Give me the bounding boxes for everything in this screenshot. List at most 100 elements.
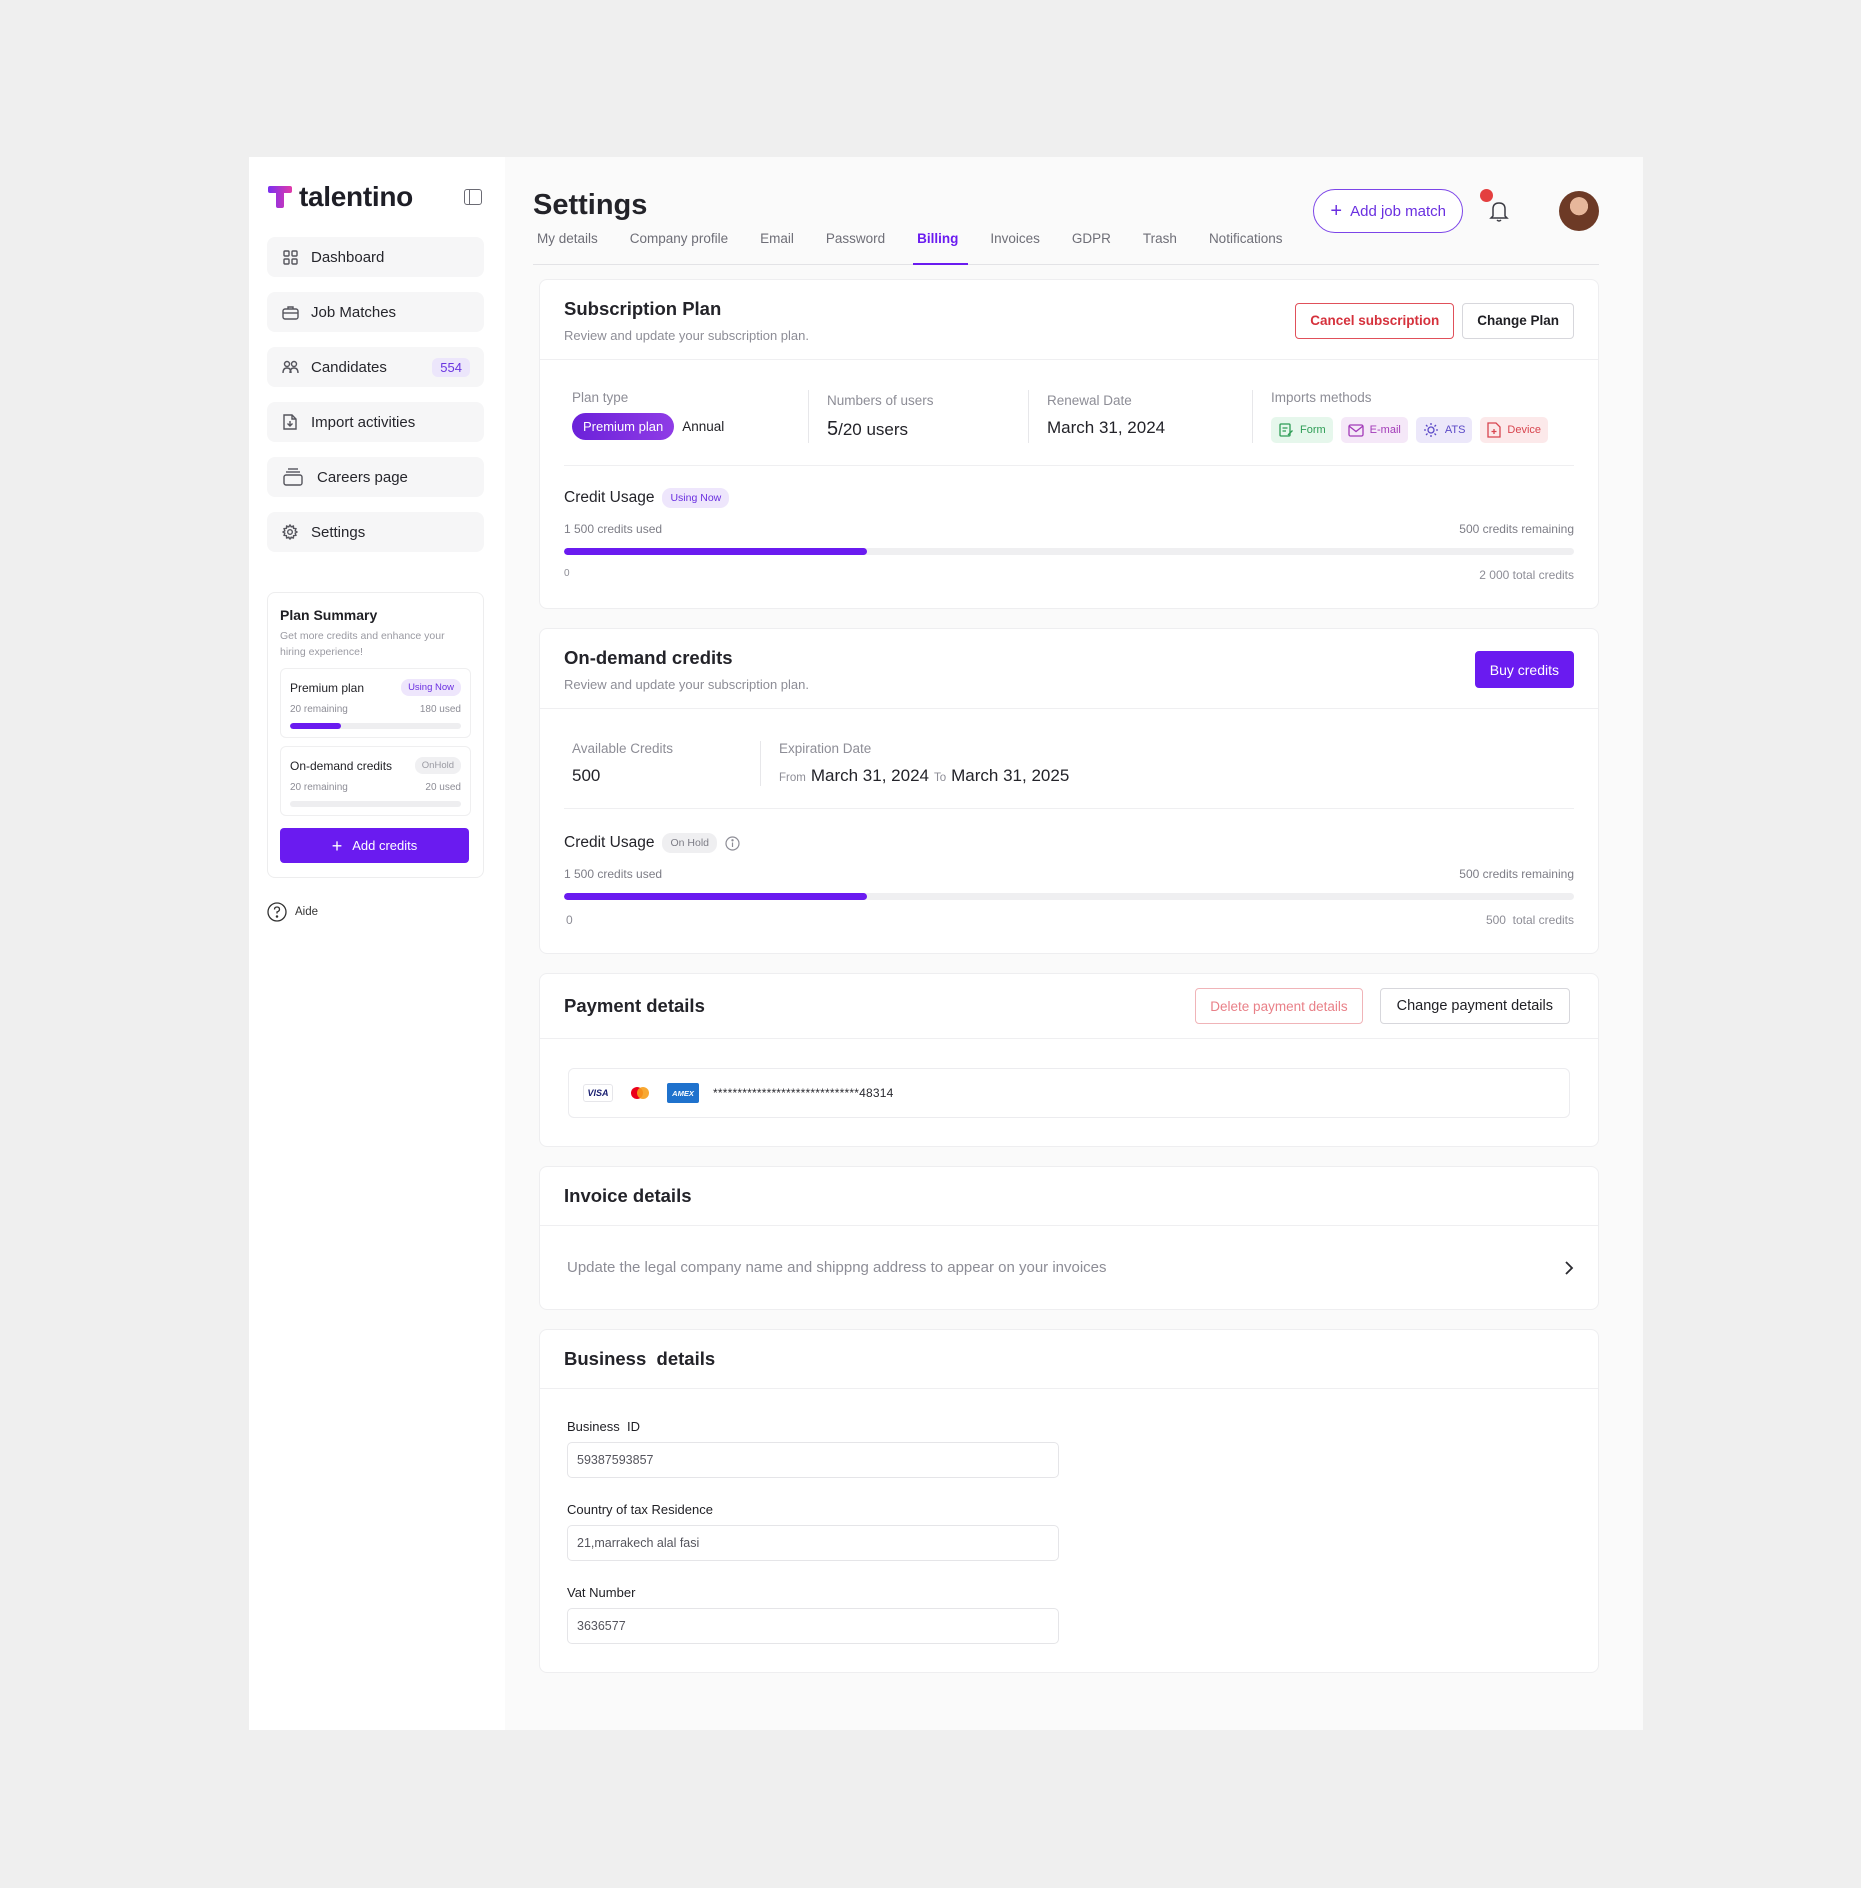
usage-title: Credit Usage — [564, 489, 655, 506]
invoice-details-link[interactable]: Update the legal company name and shippn… — [540, 1226, 1598, 1309]
vat-number-label: Vat Number — [567, 1585, 636, 1600]
sidebar-item-dashboard[interactable]: Dashboard — [267, 237, 484, 277]
from-label: From — [779, 772, 806, 784]
add-job-match-button[interactable]: + Add job match — [1313, 189, 1463, 233]
status-badge: Using Now — [662, 488, 730, 508]
tab-password[interactable]: Password — [822, 231, 901, 264]
tab-my-details[interactable]: My details — [533, 231, 614, 264]
change-plan-button[interactable]: Change Plan — [1462, 302, 1574, 339]
credits-remaining: 500 credits remaining — [1459, 522, 1574, 536]
plan-used: 20 used — [425, 782, 461, 793]
page-title: Settings — [533, 189, 648, 221]
tab-billing[interactable]: Billing — [913, 231, 974, 265]
users-icon — [281, 358, 299, 376]
available-credits-value: 500 — [572, 766, 601, 785]
users-current: 5 — [827, 418, 839, 440]
card-number: ******************************48314 — [713, 1086, 894, 1100]
plan-summary: Plan Summary Get more credits and enhanc… — [267, 592, 484, 878]
cancel-subscription-button[interactable]: Cancel subscription — [1295, 302, 1455, 339]
tax-country-input[interactable]: 21,marrakech alal fasi — [567, 1525, 1059, 1561]
available-credits-label: Available Credits — [572, 741, 674, 756]
users-total: /20 users — [838, 420, 909, 439]
info-icon[interactable] — [725, 835, 740, 851]
plus-icon: + — [331, 835, 343, 856]
tab-company-profile[interactable]: Company profile — [626, 231, 744, 264]
add-credits-button[interactable]: + Add credits — [280, 828, 469, 863]
tax-country-label: Country of tax Residence — [567, 1502, 713, 1517]
business-title: Business details — [564, 1348, 716, 1369]
credits-used: 1 500 credits used — [564, 522, 663, 536]
sidebar-collapse-icon[interactable] — [464, 189, 482, 205]
subscription-plan-card: Subscription Plan Review and update your… — [539, 279, 1599, 609]
saved-card[interactable]: VISA AMEX ******************************… — [568, 1068, 1570, 1118]
plan-summary-ondemand: On-demand credits OnHold 20 remaining 20… — [280, 746, 471, 816]
add-credits-label: Add credits — [352, 838, 418, 853]
ondemand-credits-card: On-demand credits Review and update your… — [539, 628, 1599, 954]
logo-row: talentino — [267, 179, 487, 215]
credits-total: 500 total credits — [1485, 913, 1574, 927]
layers-icon — [281, 468, 305, 486]
logo[interactable]: talentino — [267, 181, 413, 213]
sidebar-item-careers-page[interactable]: Careers page — [267, 457, 484, 497]
method-device: Device — [1480, 417, 1549, 443]
sidebar-item-job-matches[interactable]: Job Matches — [267, 292, 484, 332]
tab-notifications[interactable]: Notifications — [1205, 231, 1299, 264]
vat-number-input[interactable]: 3636577 — [567, 1608, 1059, 1644]
mail-icon — [1348, 423, 1364, 437]
help-link[interactable]: Aide — [267, 902, 487, 922]
notifications-button[interactable] — [1477, 189, 1521, 233]
change-payment-button[interactable]: Change payment details — [1379, 988, 1570, 1024]
sidebar-item-settings[interactable]: Settings — [267, 512, 484, 552]
imports-label: Imports methods — [1271, 390, 1372, 405]
business-id-input[interactable]: 59387593857 — [567, 1442, 1059, 1478]
ondemand-info: Available Credits 500 Expiration Date Fr… — [540, 709, 1598, 808]
method-form: Form — [1271, 417, 1333, 443]
ondemand-title: On-demand credits — [564, 647, 733, 668]
sidebar-item-label: Candidates — [311, 358, 387, 376]
ondemand-credit-usage: Credit Usage On Hold 1 500 credits used … — [540, 809, 1598, 953]
device-file-icon — [1487, 422, 1502, 438]
sidebar-item-label: Settings — [311, 523, 366, 541]
mastercard-icon — [625, 1084, 655, 1102]
business-id-group: Business ID 59387593857 — [567, 1419, 1574, 1478]
tab-trash[interactable]: Trash — [1139, 231, 1193, 264]
form-icon — [1279, 423, 1293, 437]
help-circle-icon — [267, 902, 287, 922]
tab-invoices[interactable]: Invoices — [986, 231, 1056, 264]
avatar[interactable] — [1559, 191, 1599, 231]
credit-progress-fill — [564, 548, 867, 555]
to-date: March 31, 2025 — [951, 766, 1070, 785]
plan-progress-bar — [290, 801, 461, 807]
plus-icon: + — [1330, 200, 1343, 222]
delete-payment-button[interactable]: Delete payment details — [1195, 988, 1363, 1024]
sidebar-item-import-activities[interactable]: Import activities — [267, 402, 484, 442]
aide-label: Aide — [295, 906, 319, 918]
sidebar-item-label: Import activities — [311, 413, 416, 431]
plan-info: Plan type Premium plan Annual Numbers of… — [540, 360, 1598, 465]
talentino-logo-icon — [268, 186, 292, 208]
credits-min: 0 — [566, 913, 573, 927]
credits-min: 0 — [564, 568, 570, 579]
buy-credits-button[interactable]: Buy credits — [1474, 651, 1574, 688]
from-date: March 31, 2024 — [810, 766, 929, 785]
plan-progress-bar — [290, 723, 461, 729]
tab-email[interactable]: Email — [756, 231, 810, 264]
plan-period: Annual — [682, 419, 725, 434]
plan-used: 180 used — [419, 704, 461, 715]
subscription-title: Subscription Plan — [564, 298, 722, 319]
sidebar-item-label: Job Matches — [311, 303, 397, 321]
chevron-right-icon — [1565, 1260, 1574, 1275]
tab-gdpr[interactable]: GDPR — [1068, 231, 1127, 264]
credit-progress-bar — [564, 893, 1574, 900]
plan-summary-title: Plan Summary — [280, 607, 378, 623]
credit-progress-bar — [564, 548, 1574, 555]
credits-remaining: 500 credits remaining — [1459, 867, 1574, 881]
expiration-label: Expiration Date — [779, 741, 872, 756]
ondemand-subtitle: Review and update your subscription plan… — [564, 677, 809, 692]
visa-icon: VISA — [583, 1084, 613, 1102]
users-label: Numbers of users — [827, 393, 934, 408]
sidebar-item-candidates[interactable]: Candidates 554 — [267, 347, 484, 387]
method-ats: ATS — [1415, 417, 1473, 443]
plan-name: Premium plan — [290, 680, 365, 695]
renewal-date: March 31, 2024 — [1047, 418, 1166, 437]
